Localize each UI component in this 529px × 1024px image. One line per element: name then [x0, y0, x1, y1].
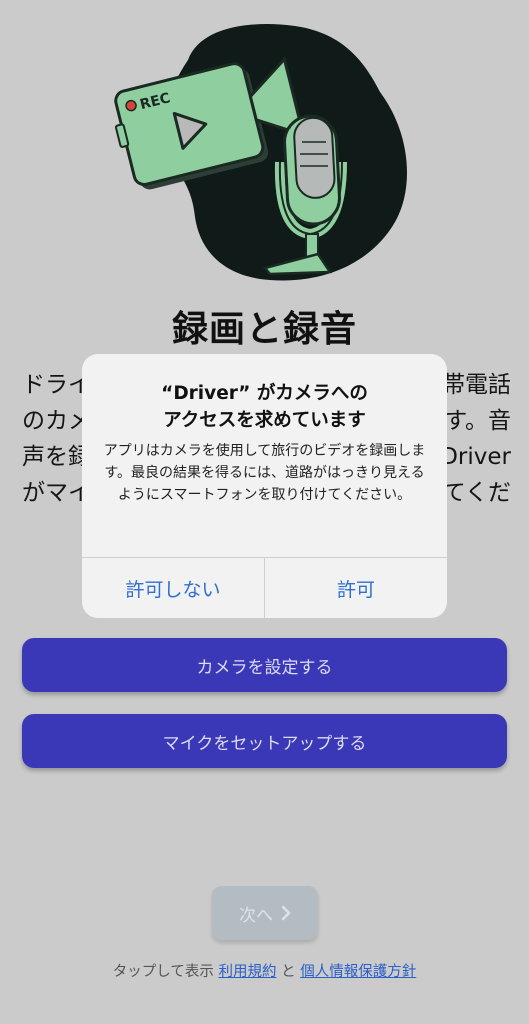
camera-microphone-illustration: REC: [114, 24, 407, 281]
camera-permission-dialog: “Driver” がカメラへの アクセスを求めています アプリはカメラを使用して…: [82, 354, 447, 618]
footer-prefix: タップして表示: [112, 964, 214, 980]
next-button[interactable]: 次へ: [212, 886, 318, 940]
dialog-title-line-1: “Driver” がカメラへの: [161, 383, 368, 404]
description-line-2-start: のカメ: [22, 408, 91, 434]
privacy-link[interactable]: 個人情報保護方針: [300, 964, 416, 980]
dialog-message: アプリはカメラを使用して旅行のビデオを録画します。最良の結果を得るには、道路がは…: [103, 443, 426, 503]
footer-and: と: [281, 964, 296, 980]
page-title: 録画と録音: [171, 309, 357, 350]
dialog-title-line-2: アクセスを求めています: [163, 410, 366, 431]
description-line-2-end: す。音: [444, 408, 511, 434]
terms-link[interactable]: 利用規約: [218, 964, 276, 980]
description-line-1-start: ドライ: [22, 372, 91, 398]
allow-button[interactable]: 許可: [264, 558, 447, 618]
description-line-3-start: 声を録: [22, 444, 91, 470]
footer-legal: タップして表示 利用規約 と 個人情報保護方針: [0, 960, 529, 981]
next-button-label: 次へ: [239, 905, 273, 926]
deny-button[interactable]: 許可しない: [82, 558, 264, 618]
description-line-4-end: てくだ: [442, 480, 511, 506]
description-line-3-end: Driver: [440, 444, 511, 470]
dialog-actions: 許可しない 許可: [82, 557, 447, 618]
mic-setup-button[interactable]: マイクをセットアップする: [22, 714, 507, 768]
camera-setup-button[interactable]: カメラを設定する: [22, 638, 507, 692]
dialog-title: “Driver” がカメラへの アクセスを求めています: [82, 380, 447, 434]
description-line-4-start: がマイ: [22, 480, 91, 506]
description-line-1-end: 帯電話: [442, 372, 511, 398]
chevron-right-icon: [281, 905, 291, 921]
